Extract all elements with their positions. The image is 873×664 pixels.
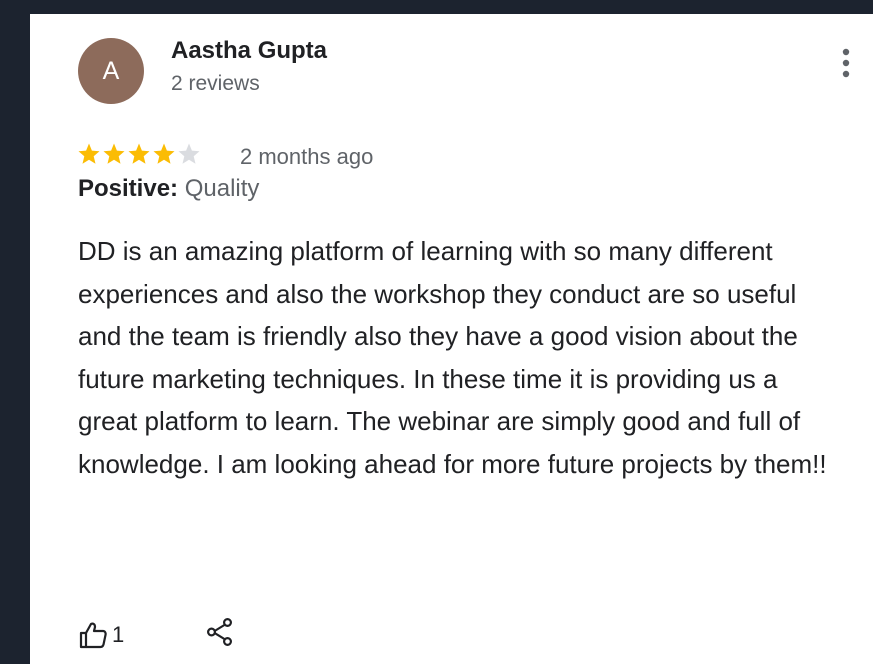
positive-label: Positive: bbox=[78, 175, 179, 202]
review-text: DD is an amazing platform of learning wi… bbox=[78, 236, 827, 479]
share-button[interactable] bbox=[204, 616, 236, 648]
positive-value: Quality bbox=[184, 175, 260, 202]
avatar-initial: A bbox=[102, 57, 120, 85]
review-card: A Aastha Gupta 2 reviews 2 months ago Po… bbox=[30, 14, 873, 664]
star-filled-icon bbox=[103, 143, 125, 164]
like-count: 1 bbox=[112, 622, 125, 647]
star-empty-icon bbox=[178, 143, 200, 164]
share-icon bbox=[206, 617, 233, 647]
star-rating bbox=[77, 138, 202, 170]
avatar[interactable]: A bbox=[78, 38, 144, 104]
thumbs-up-icon bbox=[79, 622, 107, 649]
positive-attribute: Positive: Quality bbox=[78, 175, 259, 203]
star-filled-icon bbox=[153, 143, 175, 164]
author-review-count[interactable]: 2 reviews bbox=[171, 72, 260, 96]
more-options-button[interactable] bbox=[838, 44, 854, 84]
like-button[interactable]: 1 bbox=[78, 618, 124, 652]
star-filled-icon bbox=[128, 143, 150, 164]
review-date: 2 months ago bbox=[240, 144, 374, 169]
author-name[interactable]: Aastha Gupta bbox=[171, 37, 327, 65]
star-filled-icon bbox=[78, 143, 100, 164]
more-vert-icon bbox=[842, 48, 850, 78]
